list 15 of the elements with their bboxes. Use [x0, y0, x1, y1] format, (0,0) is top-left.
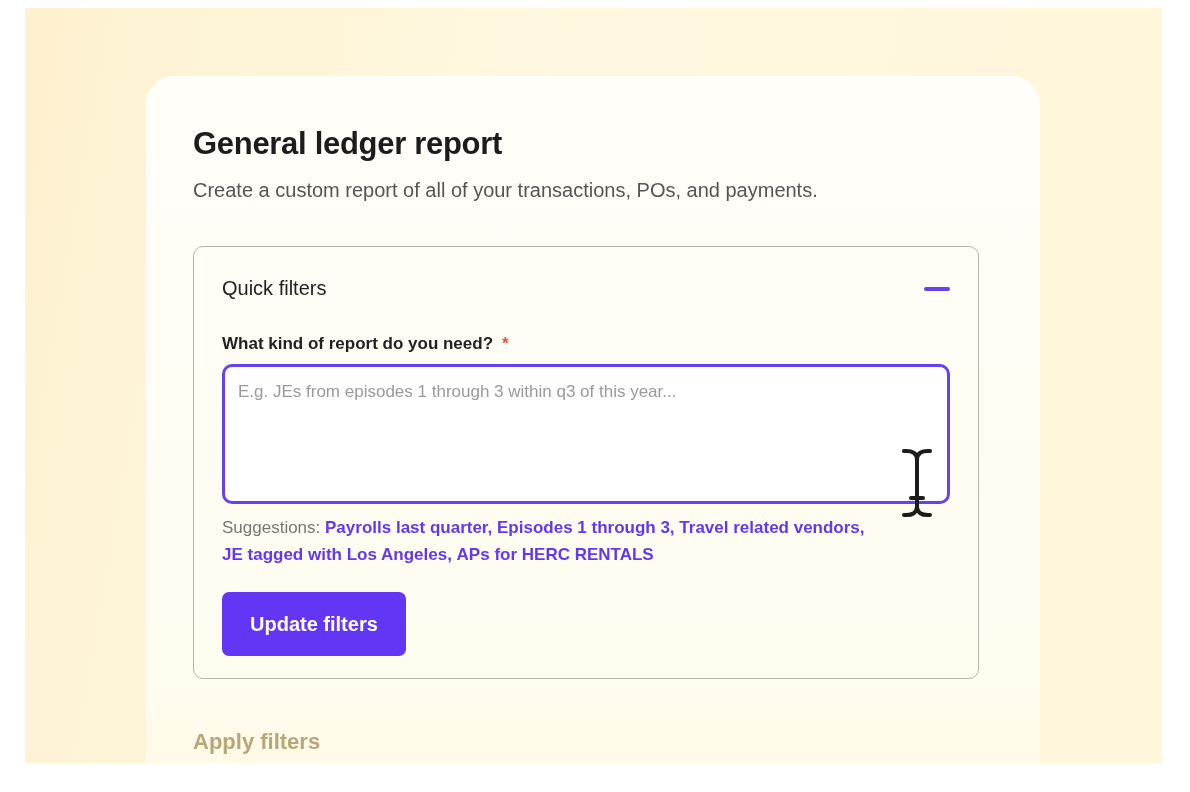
suggestion-link[interactable]: Episodes 1 through 3,	[497, 518, 675, 537]
section-title: Apply filters	[193, 729, 322, 755]
suggestion-link[interactable]: APs for HERC RENTALS	[456, 545, 654, 564]
suggestions-label: Suggestions:	[222, 518, 321, 537]
suggestion-link[interactable]: JE tagged with Los Angeles,	[222, 545, 452, 564]
suggestion-link[interactable]: Travel related vendors,	[679, 518, 865, 537]
report-query-field[interactable]: E.g. JEs from episodes 1 through 3 within q3 of this year...	[222, 364, 950, 504]
report-title: General ledger report	[193, 126, 503, 162]
report-subtitle: Create a custom report of all of your transactions, POs, and payments.	[193, 179, 819, 202]
update-filters-button[interactable]: Update filters	[222, 592, 406, 656]
suggestion-link[interactable]: Payrolls last quarter,	[325, 518, 493, 537]
text-cursor-icon	[900, 448, 934, 518]
field-label: What kind of report do you need?	[222, 334, 494, 354]
required-mark: *	[502, 334, 509, 354]
panel-title: Quick filters	[222, 277, 327, 300]
